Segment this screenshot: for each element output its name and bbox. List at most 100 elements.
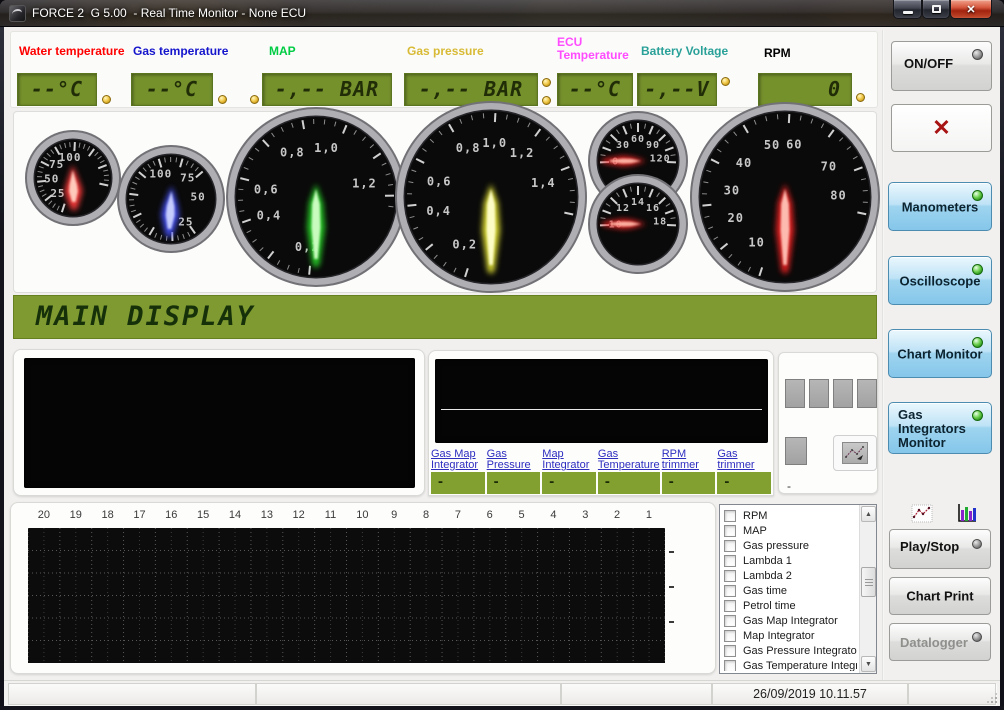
scatter-chart-icon [842,442,868,464]
svg-text:1,4: 1,4 [531,176,556,190]
svg-text:50: 50 [44,173,59,186]
minimize-icon [903,11,913,14]
svg-text:30: 30 [724,184,740,198]
datalogger-button[interactable]: Datalogger [889,623,991,661]
exit-button[interactable]: ✕ [891,104,992,152]
svg-text:75: 75 [180,171,195,184]
channel-checkbox[interactable] [724,585,736,597]
integrator-label-link[interactable]: Map Integrator [542,449,596,472]
chart-x-label: 7 [442,509,474,521]
close-button[interactable]: ✕ [950,0,992,19]
chart-x-label: 9 [378,509,410,521]
scrollbar-thumb[interactable] [861,567,876,597]
indicator-square-2 [809,379,829,408]
svg-text:60: 60 [631,134,645,145]
svg-text:50: 50 [764,138,780,152]
oscilloscope-button[interactable]: Oscilloscope [888,256,992,305]
scroll-down-icon[interactable]: ▼ [861,656,876,672]
channel-checkbox[interactable] [724,615,736,627]
channel-checkbox[interactable] [724,555,736,567]
svg-text:120: 120 [650,153,671,164]
channel-checkbox-row: Map Integrator [724,628,857,643]
integrator-label-link[interactable]: Gas Temperature [598,449,660,472]
gas-temperature-gauge: 255075100 [116,144,226,254]
integrator-value: - [598,472,660,494]
window-frame-bottom [0,706,1004,710]
on-off-button[interactable]: ON/OFF [891,41,992,91]
chart-monitor-button[interactable]: Chart Monitor [888,329,992,378]
chart-x-label: 20 [28,509,60,521]
integrator-label-link[interactable]: Gas Map Integrator [431,449,485,472]
indicator-square-1 [785,379,805,408]
channel-checkbox-row: Gas pressure [724,538,857,553]
channel-checkbox-row: RPM [724,508,857,523]
channel-checkbox[interactable] [724,600,736,612]
map-label: MAP [269,45,296,58]
svg-text:16: 16 [646,203,660,214]
integrator-label-link[interactable]: RPM trimmer [662,449,716,472]
manometers-button[interactable]: Manometers [888,182,992,231]
svg-text:0,8: 0,8 [280,146,305,160]
chart-x-label: 5 [506,509,538,521]
minimize-button[interactable] [893,0,922,19]
svg-text:0,8: 0,8 [456,141,481,155]
chart-x-label: 17 [124,509,156,521]
channel-checkbox[interactable] [724,660,736,672]
indicator-mini-panel: - [778,352,878,494]
integrator-value: - [717,472,771,494]
oscilloscope-led [972,264,983,275]
channel-checkbox[interactable] [724,645,736,657]
channel-checkbox[interactable] [724,540,736,552]
chart-x-label: 11 [315,509,347,521]
status-cell-3 [561,683,712,705]
scroll-up-icon[interactable]: ▲ [861,506,876,522]
map-lcd: -,-- BAR [262,73,392,106]
svg-text:14: 14 [631,197,645,208]
channel-checkbox[interactable] [724,510,736,522]
svg-text:60: 60 [786,137,802,151]
chart-x-label: 13 [251,509,283,521]
chart-panel: 2019181716151413121110987654321 [10,502,716,674]
gas-pressure-led-1 [542,78,551,87]
svg-text:10: 10 [748,236,764,250]
gas-temperature-label: Gas temperature [133,45,228,58]
maximize-button[interactable] [922,0,950,19]
scatter-view-button[interactable] [833,435,877,471]
channel-checkbox[interactable] [724,630,736,642]
channel-checkbox[interactable] [724,525,736,537]
integrator-column: RPM trimmer- [662,449,716,495]
title-bar: FORCE 2 G 5.00 - Real Time Monitor - Non… [0,0,1004,27]
chart-x-label: 14 [219,509,251,521]
gas-integrators-monitor-button[interactable]: Gas Integrators Monitor [888,402,992,454]
channel-checkbox-row: Gas Temperature Integrator [724,658,857,671]
chart-monitor-led [972,337,983,348]
line-chart-icon[interactable] [911,504,933,528]
bar-chart-icon[interactable] [956,503,978,528]
integrators-screen-baseline [441,409,762,410]
channel-checkbox-label: Gas Pressure Integrator [743,645,857,657]
integrator-label-link[interactable]: Gas Pressure [487,449,541,472]
svg-text:100: 100 [59,151,82,164]
integrator-label-link[interactable]: Gas trimmer [717,449,771,472]
rpm-gauge: 1020304050607080 [689,101,881,293]
channel-checkbox-row: Lambda 1 [724,553,857,568]
channel-checkbox-label: RPM [743,510,767,522]
svg-text:70: 70 [821,159,837,173]
svg-text:0,4: 0,4 [257,208,282,222]
app-icon [9,5,26,22]
window-title: FORCE 2 G 5.00 - Real Time Monitor - Non… [32,6,306,20]
resize-grip-icon[interactable] [987,693,997,703]
chart-x-label: 4 [538,509,570,521]
rpm-label: RPM [764,47,791,60]
map-led [250,95,259,104]
main-display-screen-panel [13,349,425,496]
channel-checkbox[interactable] [724,570,736,582]
chart-channel-list: RPMMAPGas pressureLambda 1Lambda 2Gas ti… [719,504,877,674]
water-temperature-label: Water temperature [19,45,125,58]
channel-checkbox-row: Petrol time [724,598,857,613]
play-stop-button[interactable]: Play/Stop [889,529,991,569]
chart-x-label: 3 [569,509,601,521]
chart-x-axis-labels: 2019181716151413121110987654321 [28,509,665,521]
channel-list-scrollbar[interactable]: ▲ ▼ [859,505,876,673]
chart-print-button[interactable]: Chart Print [889,577,991,615]
